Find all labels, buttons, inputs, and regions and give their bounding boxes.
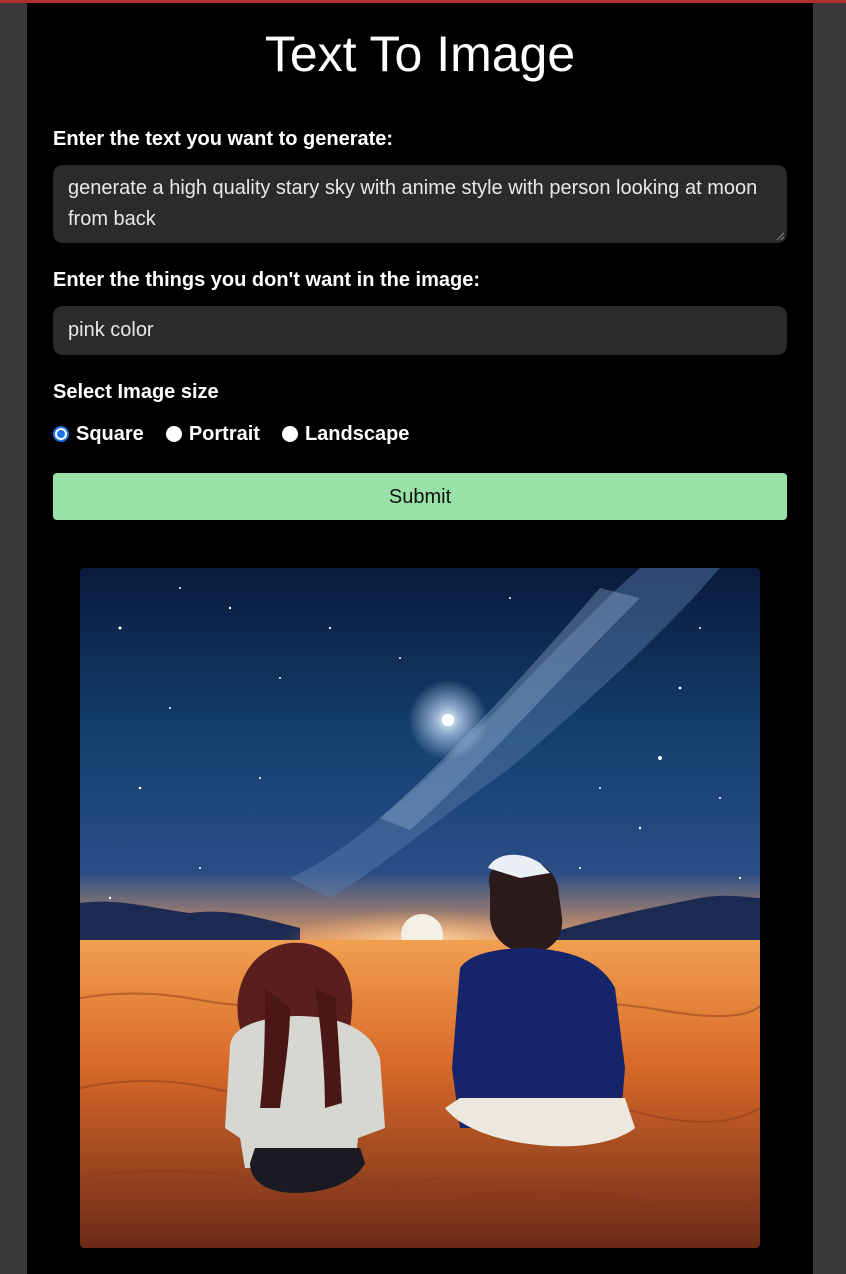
submit-button[interactable]: Submit xyxy=(53,473,787,520)
radio-portrait-label: Portrait xyxy=(188,422,260,445)
generated-image xyxy=(80,568,760,1248)
negative-prompt-text: pink color xyxy=(68,319,154,341)
prompt-textarea[interactable]: generate a high quality stary sky with a… xyxy=(53,165,787,243)
image-size-radio-group: Square Portrait Landscape xyxy=(53,421,431,447)
negative-prompt-label: Enter the things you don't want in the i… xyxy=(53,269,480,291)
prompt-text: generate a high quality stary sky with a… xyxy=(68,177,758,230)
image-size-label: Select Image size xyxy=(53,381,219,403)
radio-landscape-label: Landscape xyxy=(304,422,410,445)
resize-grip-icon[interactable] xyxy=(775,231,785,241)
prompt-label: Enter the text you want to generate: xyxy=(53,128,394,150)
page-title: Text To Image xyxy=(264,26,576,82)
generated-image-artwork xyxy=(80,568,760,1248)
radio-option-portrait[interactable]: Portrait xyxy=(165,422,260,446)
radio-option-landscape[interactable]: Landscape xyxy=(281,422,410,446)
radio-square[interactable] xyxy=(53,426,69,442)
main-panel: Text To Image Enter the text you want to… xyxy=(27,3,813,1274)
radio-square-label: Square xyxy=(76,422,144,445)
radio-landscape[interactable] xyxy=(281,426,298,442)
radio-option-square[interactable]: Square xyxy=(53,423,144,446)
radio-portrait[interactable] xyxy=(165,426,182,442)
negative-prompt-input[interactable]: pink color xyxy=(53,306,787,355)
